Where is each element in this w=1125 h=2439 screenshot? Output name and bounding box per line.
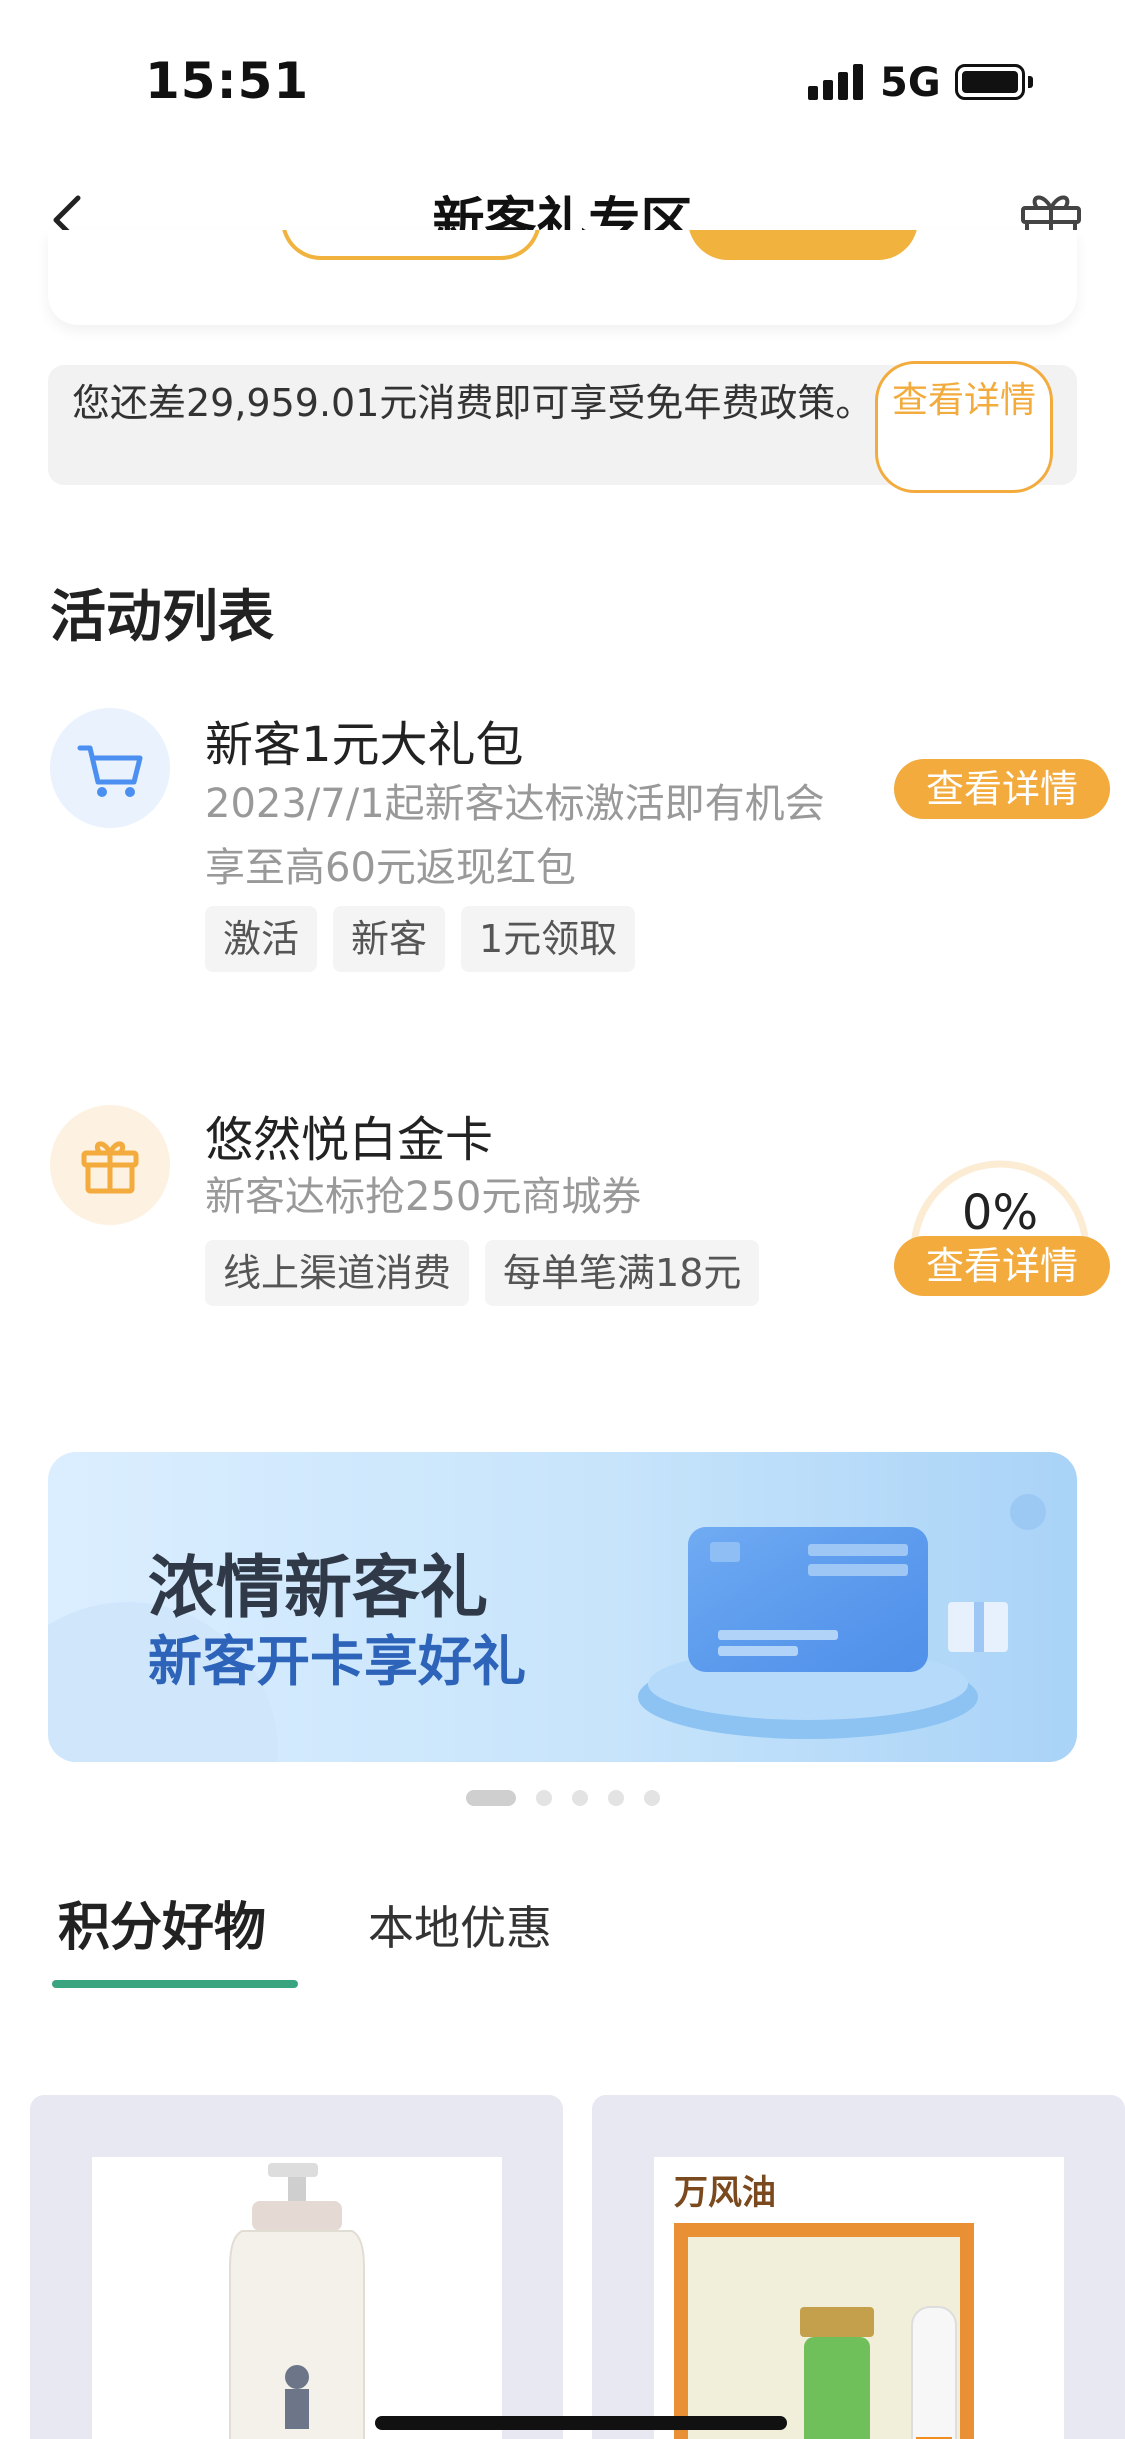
view-detail-button[interactable]: 查看详情 xyxy=(894,759,1110,819)
product-card[interactable] xyxy=(30,2095,563,2439)
promo-banner[interactable]: 浓情新客礼 新客开卡享好礼 xyxy=(48,1452,1077,1762)
carousel-dot[interactable] xyxy=(607,1790,624,1806)
notice-detail-button[interactable]: 查看详情 xyxy=(875,361,1053,493)
tag: 每单笔满18元 xyxy=(485,1240,760,1306)
scrolled-card xyxy=(48,230,1077,325)
tab-points-goods[interactable]: 积分好物 xyxy=(58,1885,266,1960)
section-title: 活动列表 xyxy=(50,585,274,650)
cart-icon xyxy=(50,708,170,828)
tag: 激活 xyxy=(205,906,318,972)
carousel-dot[interactable] xyxy=(465,1790,516,1806)
activity-desc: 2023/7/1起新客达标激活即有机会享至高60元返现红包 xyxy=(205,781,825,891)
tag: 线上渠道消费 xyxy=(205,1240,470,1306)
view-detail-button[interactable]: 查看详情 xyxy=(894,1236,1110,1296)
status-time: 15:51 xyxy=(145,52,310,110)
carousel-dot[interactable] xyxy=(535,1790,552,1806)
tag-list: 线上渠道消费 每单笔满18元 xyxy=(205,1240,760,1306)
tag: 新客 xyxy=(333,906,446,972)
carousel-dot[interactable] xyxy=(643,1790,660,1806)
fee-notice: 您还差29,959.01元消费即可享受免年费政策。 查看详情 xyxy=(48,361,1077,493)
home-indicator[interactable] xyxy=(375,2416,787,2430)
network-label: 5G xyxy=(880,60,941,106)
activity-title: 新客1元大礼包 xyxy=(205,717,524,773)
battery-icon xyxy=(955,64,1025,100)
progress-value: 0% xyxy=(961,1185,1039,1241)
carousel-dot[interactable] xyxy=(571,1790,588,1806)
status-bar: 15:51 5G xyxy=(0,0,1125,160)
tab-underline xyxy=(52,1980,298,1988)
signal-icon xyxy=(808,64,864,100)
gift-icon xyxy=(50,1105,170,1225)
activity-desc: 新客达标抢250元商城券 xyxy=(205,1174,642,1220)
product-card[interactable]: 万风油 xyxy=(592,2095,1125,2439)
carousel-indicator xyxy=(0,1790,1125,1806)
notice-text: 您还差29,959.01元消费即可享受免年费政策。 xyxy=(72,381,874,425)
product-label: 万风油 xyxy=(674,2173,776,2213)
activity-title: 悠然悦白金卡 xyxy=(205,1112,494,1168)
tag: 1元领取 xyxy=(461,906,636,972)
tag-list: 激活 新客 1元领取 xyxy=(205,906,636,972)
tab-local-deals[interactable]: 本地优惠 xyxy=(368,1892,552,1958)
product-image xyxy=(92,2157,502,2439)
banner-subtitle: 新客开卡享好礼 xyxy=(148,1630,526,1693)
